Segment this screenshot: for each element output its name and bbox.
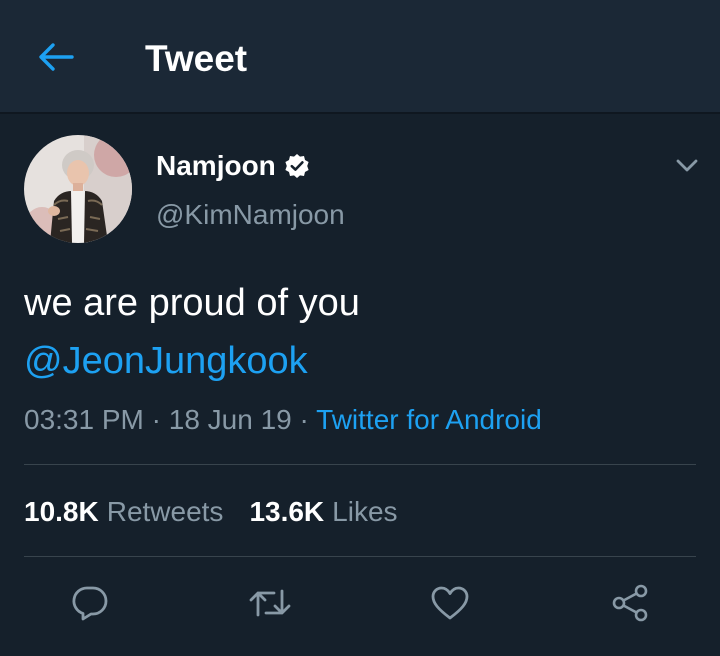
likes-count: 13.6K — [249, 496, 325, 527]
chevron-down-icon — [675, 158, 699, 174]
tweet-date: 18 Jun 19 — [168, 404, 292, 435]
app-bar — [0, 0, 720, 112]
verified-badge-icon — [284, 153, 310, 179]
app-bar-divider — [0, 112, 720, 114]
tweet-time: 03:31 PM — [24, 404, 144, 435]
share-button[interactable] — [606, 580, 654, 626]
likes-label: Likes — [332, 496, 398, 527]
like-button[interactable] — [426, 580, 474, 626]
retweets-label: Retweets — [106, 496, 224, 527]
retweets-count: 10.8K — [24, 496, 99, 527]
display-name: Namjoon — [156, 150, 276, 181]
tweet-text: we are proud of you @JeonJungkook — [24, 274, 694, 390]
meta-separator: · — [151, 404, 161, 435]
tweet-text-line: we are proud of you — [24, 282, 360, 324]
retweets-stat[interactable]: 10.8K Retweets — [24, 494, 223, 530]
username[interactable]: @KimNamjoon — [156, 198, 345, 232]
mention-link[interactable]: @JeonJungkook — [24, 332, 694, 390]
tweet-stats: 10.8K Retweets 13.6K Likes — [24, 494, 424, 530]
back-button[interactable] — [30, 34, 82, 80]
like-icon — [430, 585, 470, 621]
reply-button[interactable] — [66, 580, 114, 626]
arrow-left-icon — [38, 42, 74, 72]
avatar[interactable] — [24, 135, 132, 243]
tweet-meta: 03:31 PM · 18 Jun 19 · Twitter for Andro… — [24, 402, 542, 438]
reply-icon — [71, 585, 109, 621]
author-name-row[interactable]: Namjoon — [156, 148, 310, 184]
retweet-button[interactable] — [246, 580, 294, 626]
meta-separator: · — [299, 404, 309, 435]
page-title: Tweet — [145, 38, 248, 79]
tweet-source-link[interactable]: Twitter for Android — [316, 404, 542, 435]
share-icon — [610, 583, 650, 623]
divider — [24, 464, 696, 465]
retweet-icon — [248, 585, 292, 621]
divider — [24, 556, 696, 557]
likes-stat[interactable]: 13.6K Likes — [249, 494, 397, 530]
more-options-button[interactable] — [668, 150, 706, 182]
